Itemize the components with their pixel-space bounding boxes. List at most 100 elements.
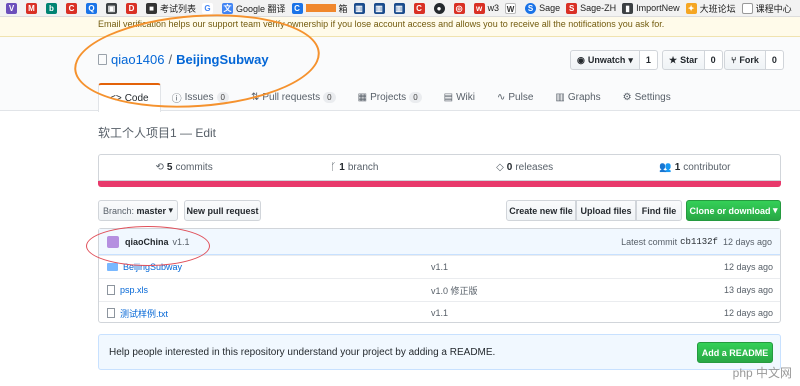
tab-settings[interactable]: ⚙ Settings	[612, 83, 682, 111]
projects-count-badge: 0	[409, 91, 422, 103]
bookmark-item[interactable]: C	[413, 2, 428, 14]
releases-link[interactable]: ◇ 0 releases	[440, 155, 610, 180]
watch-count[interactable]: 1	[639, 50, 658, 70]
caret-down-icon: ▾	[168, 205, 174, 215]
fork-button[interactable]: ⑂ Fork	[724, 50, 766, 70]
tab-wiki[interactable]: ▤ Wiki	[433, 83, 486, 111]
bookmark-item[interactable]: ▥	[373, 2, 388, 14]
caret-down-icon: ▾	[772, 205, 778, 215]
file-commit-message[interactable]: v1.1	[431, 308, 448, 318]
repo-description[interactable]: 软工个人项目1 — Edit	[98, 124, 216, 141]
tag-icon: ◇	[496, 162, 504, 173]
bookmark-item[interactable]: C	[66, 2, 80, 14]
bookmark-item[interactable]: 文 Google 翻译	[222, 2, 286, 15]
tab-pulse[interactable]: ∿ Pulse	[486, 83, 544, 111]
folder-icon	[107, 263, 118, 271]
file-age: 13 days ago	[723, 285, 773, 295]
caret-down-icon: ▾	[628, 54, 633, 65]
bookmark-item[interactable]: Q	[86, 2, 100, 14]
fork-count[interactable]: 0	[765, 50, 784, 70]
bookmark-item[interactable]: ✦ 大班论坛	[685, 2, 736, 15]
unwatch-button[interactable]: ◉ Unwatch ▾	[570, 50, 640, 70]
star-button[interactable]: ★ Star	[662, 50, 705, 70]
gear-icon: ⚙	[622, 91, 632, 103]
bookmark-item[interactable]: S Sage-ZH	[566, 2, 616, 14]
bookmark-item[interactable]: G	[202, 2, 216, 14]
tab-projects[interactable]: ▦ Projects 0	[347, 83, 433, 111]
bookmark-item[interactable]: C箱	[291, 2, 348, 15]
bookmark-item[interactable]: ●	[433, 2, 448, 14]
bookmark-item[interactable]: ▥	[393, 2, 408, 14]
bookmark-item[interactable]: ▮ ImportNew	[622, 2, 680, 14]
pull-request-icon: ⇅	[250, 91, 260, 103]
bookmark-c2-icon: C	[291, 2, 303, 14]
bookmark-w-icon: W	[505, 2, 517, 14]
bookmark-item[interactable]: V	[6, 2, 20, 14]
new-pull-request-button[interactable]: New pull request	[184, 200, 261, 221]
bookmark-item[interactable]: ■ 考试列表	[146, 2, 196, 15]
bookmark-item[interactable]: S Sage	[525, 2, 560, 14]
branches-link[interactable]: ᚴ 1 branch	[269, 155, 439, 180]
file-commit-message[interactable]: v1.0 修正版	[431, 284, 478, 297]
pulse-icon: ∿	[496, 91, 506, 103]
commit-author-link[interactable]: qiaoChina	[125, 237, 169, 247]
bookmark-item[interactable]: ◎	[453, 2, 468, 14]
commits-link[interactable]: ⟲ 5 commits	[99, 155, 269, 180]
branch-select[interactable]: Branch: master ▾	[98, 200, 178, 221]
contributors-link[interactable]: 👥 1 contributor	[610, 155, 780, 180]
bookmark-item[interactable]: ▣	[106, 2, 120, 14]
bookmark-translate-icon: 文	[222, 2, 234, 14]
readme-prompt: Help people interested in this repositor…	[98, 334, 781, 370]
branch-icon: ᚴ	[330, 162, 337, 173]
bookmark-sagezh-icon: S	[566, 2, 578, 14]
repo-owner-link[interactable]: qiao1406	[111, 52, 165, 67]
bookmark-g-icon: G	[202, 2, 214, 14]
bookmark-c-icon: C	[66, 2, 77, 14]
watch-group: ◉ Unwatch ▾ 1	[570, 50, 658, 70]
commit-age: 12 days ago	[722, 236, 772, 247]
file-name-link[interactable]: BeijingSubway	[107, 262, 182, 272]
upload-files-button[interactable]: Upload files	[576, 200, 636, 221]
find-file-button[interactable]: Find file	[636, 200, 682, 221]
bookmark-w3-icon: w	[473, 2, 485, 14]
create-new-file-button[interactable]: Create new file	[506, 200, 576, 221]
language-bar[interactable]	[98, 181, 781, 187]
bookmark-github-icon: ●	[433, 2, 445, 14]
table-row: BeijingSubway v1.1 12 days ago	[99, 255, 780, 278]
tab-pull-requests[interactable]: ⇅ Pull requests 0	[240, 83, 347, 111]
bookmark-item[interactable]: ▥	[353, 2, 368, 14]
file-commit-message[interactable]: v1.1	[431, 262, 448, 272]
tab-issues[interactable]: ⓘ Issues 0	[161, 83, 240, 111]
star-group: ★ Star 0	[662, 50, 723, 70]
star-icon: ★	[669, 54, 678, 65]
table-row: psp.xls v1.0 修正版 13 days ago	[99, 278, 780, 301]
tab-graphs[interactable]: ▥ Graphs	[544, 83, 611, 111]
bookmark-bank3-icon: ▥	[393, 2, 405, 14]
bookmark-item[interactable]: b	[46, 2, 60, 14]
bookmark-item[interactable]: M	[26, 2, 40, 14]
tab-code[interactable]: <> Code	[98, 83, 161, 112]
code-icon: <>	[110, 93, 122, 104]
commit-message-link[interactable]: v1.1	[173, 237, 190, 247]
repo-title: qiao1406 / BeijingSubway	[98, 52, 269, 67]
add-readme-button[interactable]: Add a README	[697, 342, 773, 363]
bookmark-item[interactable]: 课程中心	[741, 2, 792, 15]
file-name-link[interactable]: 测试样例.txt	[107, 307, 168, 320]
bookmark-sage-icon: S	[525, 2, 537, 14]
bookmark-bank2-icon: ▥	[373, 2, 385, 14]
bookmark-c3-icon: C	[413, 2, 425, 14]
bookmark-item[interactable]: w w3	[473, 2, 499, 14]
commit-sha-link[interactable]: cb1132f	[680, 237, 718, 247]
clone-or-download-button[interactable]: Clone or download ▾	[686, 200, 781, 221]
file-name-link[interactable]: psp.xls	[107, 285, 148, 295]
bookmark-item[interactable]: D	[126, 2, 140, 14]
file-list: qiaoChina v1.1 Latest commit cb1132f 12 …	[98, 228, 781, 323]
star-count[interactable]: 0	[704, 50, 723, 70]
issue-icon: ⓘ	[171, 93, 182, 105]
bookmark-b-icon: b	[46, 2, 57, 14]
bookmark-course-icon	[741, 2, 753, 14]
graph-icon: ▥	[555, 91, 565, 103]
bookmark-item[interactable]: W	[505, 2, 519, 14]
repo-name-link[interactable]: BeijingSubway	[176, 52, 268, 67]
redaction-mark	[305, 4, 336, 12]
